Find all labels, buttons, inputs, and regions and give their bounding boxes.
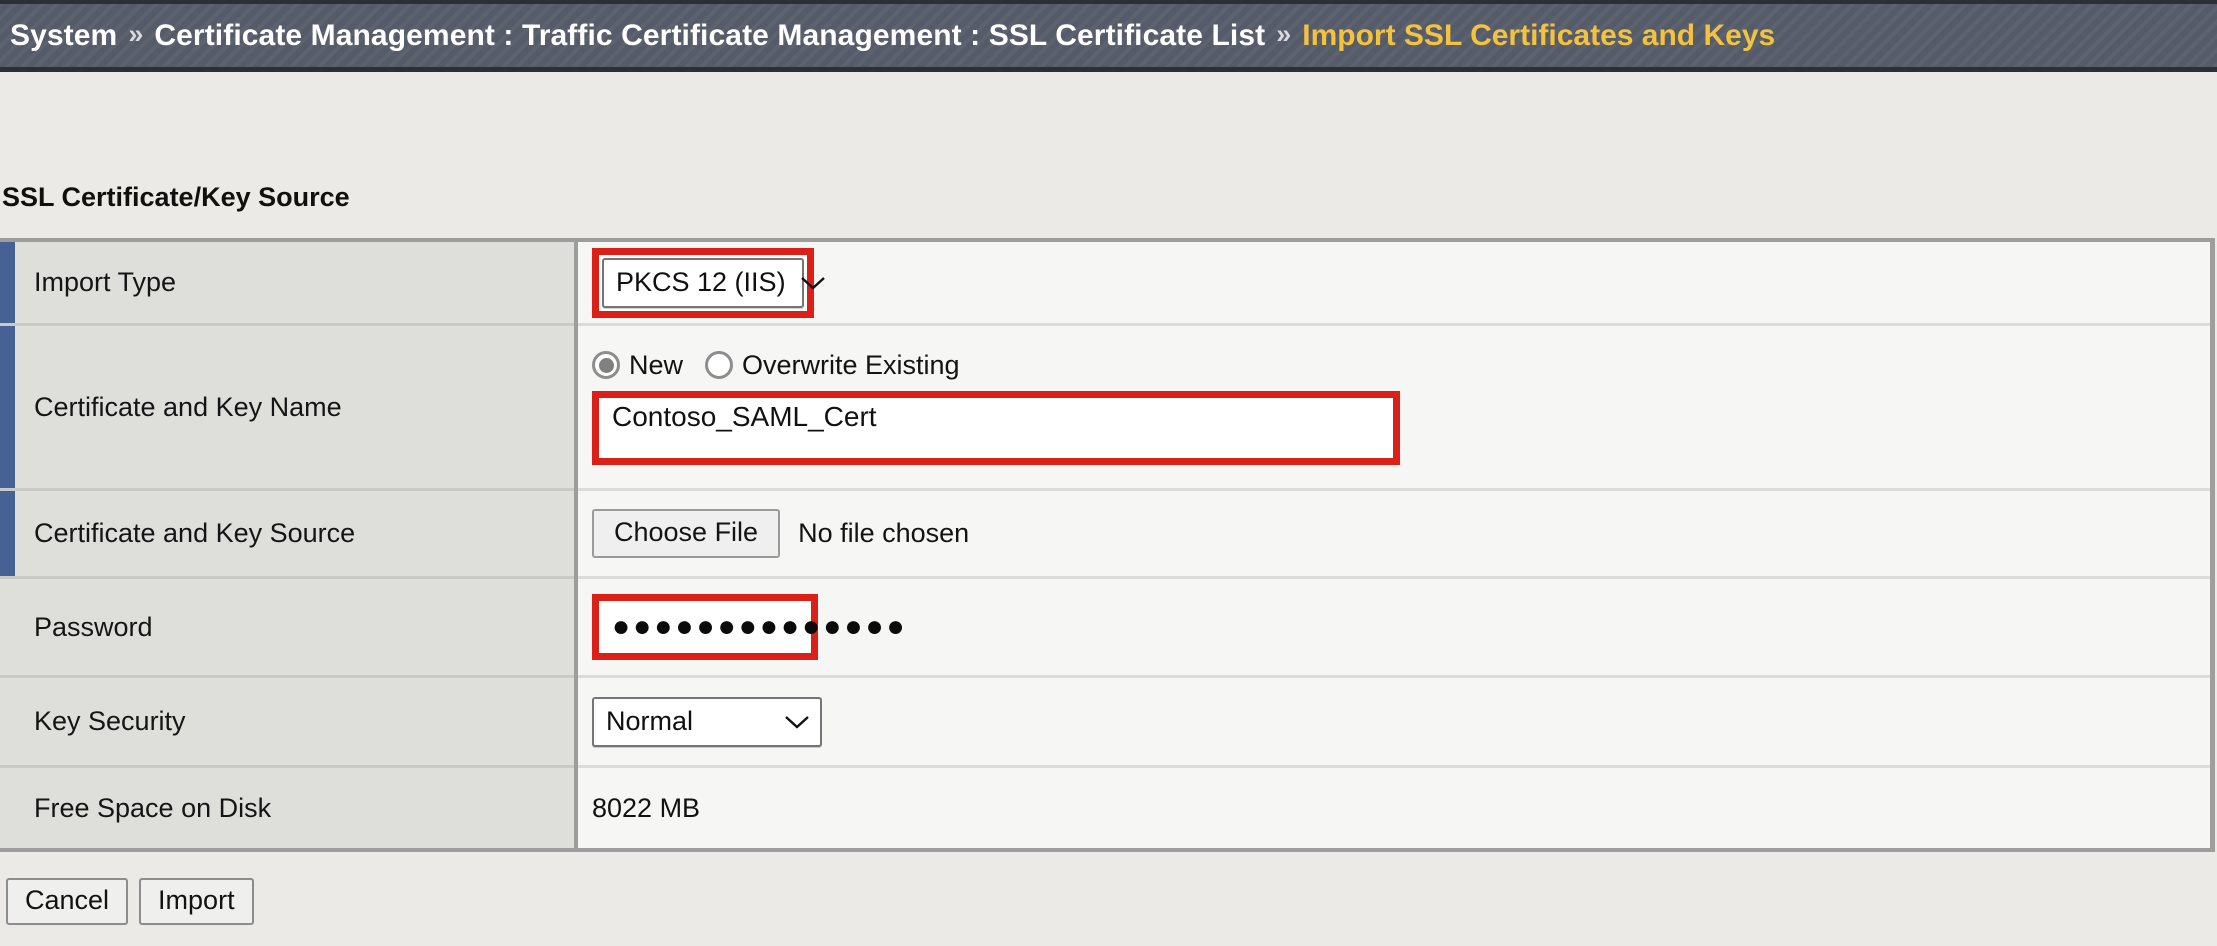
label-key-security: Key Security	[15, 706, 186, 737]
highlight-box-password: ●●●●●●●●●●●●●●	[592, 594, 818, 660]
radio-label-overwrite-existing[interactable]: Overwrite Existing	[733, 350, 982, 381]
value-cell-import-type: PKCS 12 (IIS)	[576, 240, 2213, 325]
value-cell-free-space-on-disk: 8022 MB	[576, 767, 2213, 851]
file-chosen-status: No file chosen	[780, 518, 969, 549]
free-space-value: 8022 MB	[592, 793, 700, 823]
certificate-name-mode-radio-group: New Overwrite Existing	[592, 350, 2209, 381]
required-marker-import-type	[0, 242, 15, 323]
table-row-certificate-and-key-name: Certificate and Key Name New Overwrite E…	[0, 325, 2213, 490]
table-row-free-space-on-disk: Free Space on Disk 8022 MB	[0, 767, 2213, 851]
label-free-space-on-disk: Free Space on Disk	[15, 793, 271, 824]
import-button[interactable]: Import	[139, 878, 254, 925]
page-title: SSL Certificate/Key Source	[2, 182, 350, 213]
label-certificate-and-key-name: Certificate and Key Name	[15, 392, 342, 423]
file-upload-control: Choose File No file chosen	[592, 509, 2209, 558]
breadcrumb-separator-2: »	[1265, 19, 1302, 50]
required-marker-free-space-on-disk	[0, 768, 15, 848]
chevron-down-icon	[784, 714, 810, 730]
radio-label-new[interactable]: New	[620, 350, 705, 381]
choose-file-button[interactable]: Choose File	[592, 509, 780, 558]
key-security-select[interactable]: Normal	[592, 697, 822, 747]
table-row-import-type: Import Type PKCS 12 (IIS)	[0, 240, 2213, 325]
required-marker-certificate-and-key-source	[0, 491, 15, 576]
radio-overwrite-existing[interactable]	[705, 351, 733, 379]
password-input[interactable]: ●●●●●●●●●●●●●●	[602, 604, 808, 650]
label-import-type: Import Type	[15, 267, 176, 298]
breadcrumb-item-system[interactable]: System	[10, 19, 117, 53]
table-row-password: Password ●●●●●●●●●●●●●●	[0, 578, 2213, 677]
cancel-button[interactable]: Cancel	[6, 878, 128, 925]
value-cell-certificate-and-key-name: New Overwrite Existing Contoso_SAML_Cert	[576, 325, 2213, 490]
breadcrumb-item-certificate-management[interactable]: Certificate Management : Traffic Certifi…	[154, 19, 1265, 53]
table-row-key-security: Key Security Normal	[0, 677, 2213, 767]
table-row-certificate-and-key-source: Certificate and Key Source Choose File N…	[0, 490, 2213, 578]
chevron-down-icon	[800, 275, 826, 291]
label-cell-certificate-and-key-name: Certificate and Key Name	[0, 325, 576, 490]
label-cell-key-security: Key Security	[0, 677, 576, 767]
label-cell-certificate-and-key-source: Certificate and Key Source	[0, 490, 576, 578]
highlight-box-certificate-name: Contoso_SAML_Cert	[592, 391, 1400, 465]
label-cell-import-type: Import Type	[0, 240, 576, 325]
key-security-selected-value: Normal	[606, 706, 693, 737]
label-certificate-and-key-source: Certificate and Key Source	[15, 518, 355, 549]
breadcrumb-current-page: Import SSL Certificates and Keys	[1302, 19, 1775, 53]
value-cell-password: ●●●●●●●●●●●●●●	[576, 578, 2213, 677]
highlight-box-import-type: PKCS 12 (IIS)	[592, 248, 814, 318]
breadcrumb-separator-1: »	[117, 19, 154, 50]
ssl-certificate-key-source-form: Import Type PKCS 12 (IIS)	[0, 238, 2215, 852]
required-marker-password	[0, 579, 15, 675]
breadcrumb-bar: System » Certificate Management : Traffi…	[0, 0, 2217, 72]
required-marker-certificate-and-key-name	[0, 326, 15, 488]
value-cell-certificate-and-key-source: Choose File No file chosen	[576, 490, 2213, 578]
required-marker-key-security	[0, 678, 15, 765]
certificate-name-input[interactable]: Contoso_SAML_Cert	[602, 401, 1390, 455]
radio-new[interactable]	[592, 351, 620, 379]
form-action-bar: Cancel Import	[6, 878, 254, 925]
import-type-selected-value: PKCS 12 (IIS)	[616, 267, 786, 298]
label-cell-password: Password	[0, 578, 576, 677]
value-cell-key-security: Normal	[576, 677, 2213, 767]
label-password: Password	[15, 612, 153, 643]
import-type-select[interactable]: PKCS 12 (IIS)	[602, 258, 804, 308]
label-cell-free-space-on-disk: Free Space on Disk	[0, 767, 576, 851]
